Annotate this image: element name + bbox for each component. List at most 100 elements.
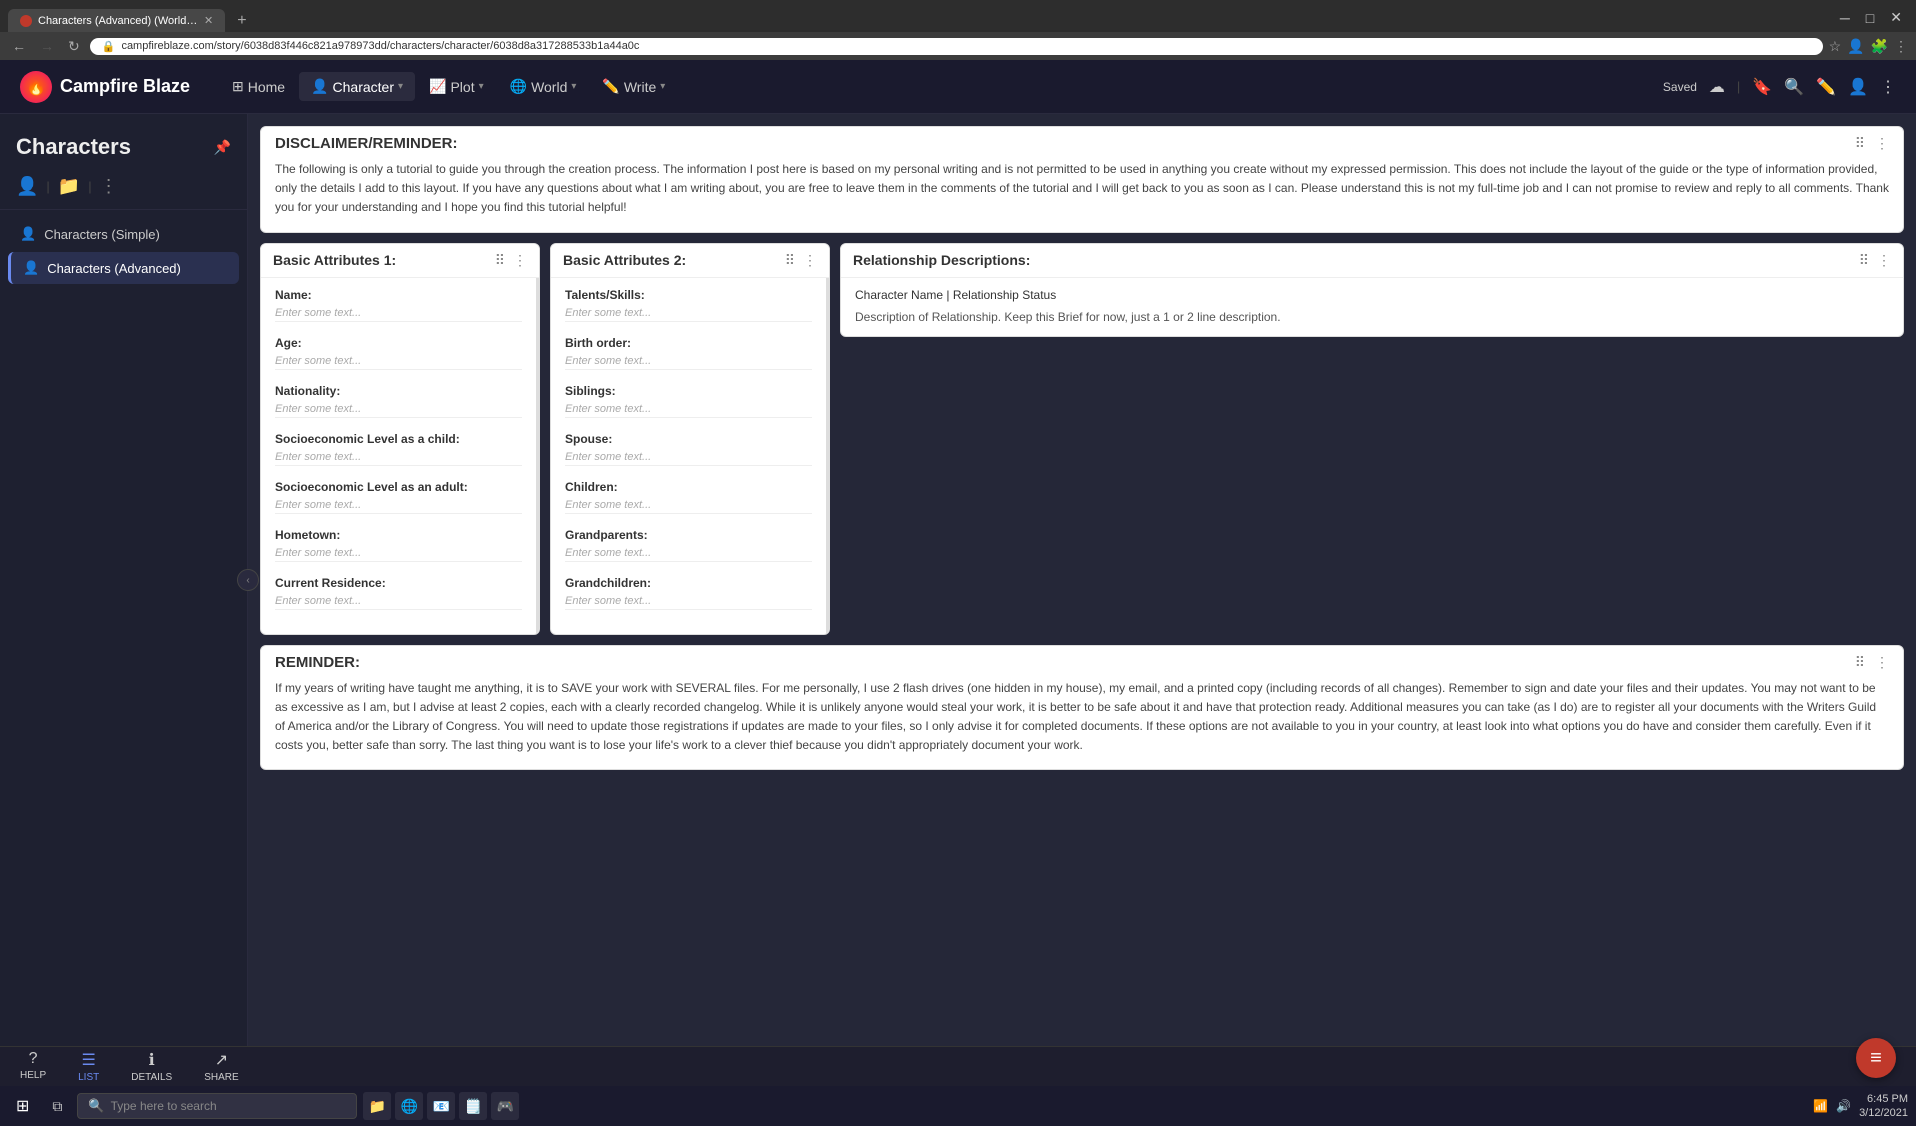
nav-home-label: Home <box>248 79 285 95</box>
pin-icon[interactable]: 📌 <box>214 139 231 156</box>
field-siblings-input[interactable]: Enter some text... <box>565 401 812 418</box>
drag-handle-disclaimer[interactable]: ⠿ <box>1855 135 1865 152</box>
sidebar-header: Characters 📌 <box>0 114 247 168</box>
profile-icon[interactable]: 👤 <box>1847 38 1864 55</box>
nav-plot-label: Plot <box>450 79 474 95</box>
close-icon[interactable]: ✕ <box>1884 7 1908 28</box>
collapse-sidebar-button[interactable]: ‹ <box>237 569 259 591</box>
more-basic2-icon[interactable]: ⋮ <box>803 252 817 269</box>
restore-icon[interactable]: □ <box>1860 8 1880 28</box>
nav-item-plot[interactable]: 📈 Plot ▾ <box>417 72 496 101</box>
search-icon[interactable]: 🔍 <box>1784 77 1804 97</box>
edit-icon[interactable]: ✏️ <box>1816 77 1836 97</box>
more-reminder-icon[interactable]: ⋮ <box>1875 654 1889 671</box>
user-icon[interactable]: 👤 <box>16 176 38 197</box>
task-view-button[interactable]: ⧉ <box>43 1092 71 1120</box>
field-socio-adult-input[interactable]: Enter some text... <box>275 497 522 514</box>
more-disclaimer-icon[interactable]: ⋮ <box>1875 135 1889 152</box>
panels-row: Basic Attributes 1: ⠿ ⋮ Name: Enter some… <box>260 243 1904 635</box>
more-header-icon[interactable]: ⋮ <box>1880 77 1896 97</box>
browser-tab-active[interactable]: Characters (Advanced) (World-b... ✕ <box>8 9 225 32</box>
win-search-box[interactable]: 🔍 Type here to search <box>77 1093 357 1119</box>
basic-attributes-2-panel: Basic Attributes 2: ⠿ ⋮ Talents/Skills: … <box>550 243 830 635</box>
field-socio-child: Socioeconomic Level as a child: Enter so… <box>275 432 522 466</box>
field-talents-label: Talents/Skills: <box>565 288 812 302</box>
windows-taskbar: ⊞ ⧉ 🔍 Type here to search 📁 🌐 📧 🗒️ 🎮 📶 🔊… <box>0 1086 1916 1126</box>
reminder-card-header: REMINDER: ⠿ ⋮ <box>261 646 1903 675</box>
reminder-text: If my years of writing have taught me an… <box>275 679 1889 756</box>
field-children-input[interactable]: Enter some text... <box>565 497 812 514</box>
rel-desc-header-line: Character Name | Relationship Status <box>855 288 1889 302</box>
forward-button[interactable]: → <box>36 36 58 56</box>
taskbar-item-4[interactable]: 🗒️ <box>459 1092 487 1120</box>
nav-item-character[interactable]: 👤 Character ▾ <box>299 72 415 101</box>
field-spouse-input[interactable]: Enter some text... <box>565 449 812 466</box>
drag-handle-rel-desc[interactable]: ⠿ <box>1859 252 1869 269</box>
drag-handle-basic1[interactable]: ⠿ <box>495 252 505 269</box>
field-nationality-input[interactable]: Enter some text... <box>275 401 522 418</box>
field-children-label: Children: <box>565 480 812 494</box>
field-name: Name: Enter some text... <box>275 288 522 322</box>
field-hometown-input[interactable]: Enter some text... <box>275 545 522 562</box>
field-birth-order-input[interactable]: Enter some text... <box>565 353 812 370</box>
browser-chrome: Characters (Advanced) (World-b... ✕ + ─ … <box>0 0 1916 60</box>
field-grandchildren-input[interactable]: Enter some text... <box>565 593 812 610</box>
disclaimer-text: The following is only a tutorial to guid… <box>275 160 1889 218</box>
help-action[interactable]: ? HELP <box>20 1050 46 1083</box>
list-icon: ☰ <box>82 1050 96 1070</box>
address-bar[interactable]: 🔒 campfireblaze.com/story/6038d83f446c82… <box>90 38 1823 55</box>
drag-handle-reminder[interactable]: ⠿ <box>1855 654 1865 671</box>
nav-item-world[interactable]: 🌐 World ▾ <box>498 72 589 101</box>
more-sidebar-icon[interactable]: ⋮ <box>100 176 118 197</box>
list-action[interactable]: ☰ LIST <box>78 1050 99 1083</box>
field-age-input[interactable]: Enter some text... <box>275 353 522 370</box>
folder-icon[interactable]: 📁 <box>58 176 80 197</box>
sidebar-actions: 👤 | 📁 | ⋮ <box>0 168 247 210</box>
taskbar-item-5[interactable]: 🎮 <box>491 1092 519 1120</box>
field-socio-child-label: Socioeconomic Level as a child: <box>275 432 522 446</box>
account-icon[interactable]: 👤 <box>1848 77 1868 97</box>
more-rel-desc-icon[interactable]: ⋮ <box>1877 252 1891 269</box>
new-tab-button[interactable]: + <box>229 10 254 32</box>
clock-date: 3/12/2021 <box>1859 1106 1908 1120</box>
field-name-input[interactable]: Enter some text... <box>275 305 522 322</box>
field-siblings: Siblings: Enter some text... <box>565 384 812 418</box>
field-talents-input[interactable]: Enter some text... <box>565 305 812 322</box>
fab-button[interactable]: ≡ <box>1856 1038 1896 1078</box>
taskbar-item-1[interactable]: 📁 <box>363 1092 391 1120</box>
extensions-icon[interactable]: 🧩 <box>1871 38 1888 55</box>
clock: 6:45 PM 3/12/2021 <box>1859 1092 1908 1121</box>
browser-tabs: Characters (Advanced) (World-b... ✕ + ─ … <box>0 0 1916 32</box>
divider: | <box>1737 79 1740 94</box>
sidebar-item-advanced[interactable]: 👤 Characters (Advanced) <box>8 252 239 284</box>
sidebar-label-simple: Characters (Simple) <box>44 227 160 242</box>
back-button[interactable]: ← <box>8 36 30 56</box>
tab-close-icon[interactable]: ✕ <box>204 14 213 27</box>
tab-favicon <box>20 15 32 27</box>
field-grandparents-input[interactable]: Enter some text... <box>565 545 812 562</box>
app-title: Campfire Blaze <box>60 76 190 97</box>
share-action[interactable]: ↗ SHARE <box>204 1050 238 1083</box>
field-current-residence-input[interactable]: Enter some text... <box>275 593 522 610</box>
drag-handle-basic2[interactable]: ⠿ <box>785 252 795 269</box>
nav-item-write[interactable]: ✏️ Write ▾ <box>590 72 677 101</box>
sidebar-item-simple[interactable]: 👤 Characters (Simple) <box>8 218 239 250</box>
refresh-button[interactable]: ↻ <box>64 36 84 57</box>
header-right: Saved ☁ | 🔖 🔍 ✏️ 👤 ⋮ <box>1663 77 1896 97</box>
taskbar-item-2[interactable]: 🌐 <box>395 1092 423 1120</box>
field-socio-child-input[interactable]: Enter some text... <box>275 449 522 466</box>
action-sep2: | <box>88 179 91 194</box>
field-hometown-label: Hometown: <box>275 528 522 542</box>
start-button[interactable]: ⊞ <box>8 1092 37 1120</box>
taskbar-item-3[interactable]: 📧 <box>427 1092 455 1120</box>
field-grandparents-label: Grandparents: <box>565 528 812 542</box>
minimize-icon[interactable]: ─ <box>1834 8 1856 28</box>
details-action[interactable]: ℹ DETAILS <box>131 1050 172 1083</box>
home-icon: ⊞ <box>232 78 244 95</box>
bookmark-header-icon[interactable]: 🔖 <box>1752 77 1772 97</box>
menu-icon[interactable]: ⋮ <box>1894 38 1908 55</box>
nav-item-home[interactable]: ⊞ Home <box>220 72 297 101</box>
more-basic1-icon[interactable]: ⋮ <box>513 252 527 269</box>
bookmark-icon[interactable]: ☆ <box>1829 38 1842 55</box>
reminder-controls: ⠿ ⋮ <box>1855 654 1889 671</box>
